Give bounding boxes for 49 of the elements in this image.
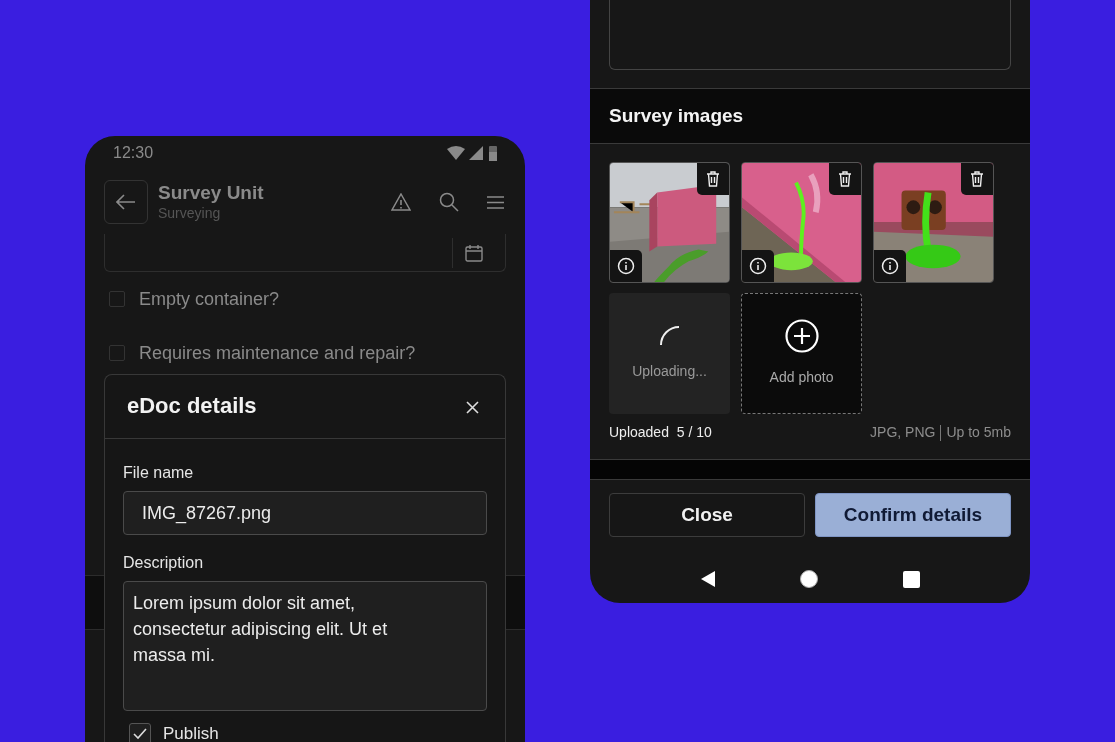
close-icon — [466, 401, 479, 415]
info-icon — [749, 257, 767, 275]
upload-count: Uploaded 5 / 10 — [609, 423, 712, 442]
status-icons — [447, 145, 497, 161]
back-icon[interactable] — [700, 571, 715, 587]
back-button[interactable] — [104, 180, 148, 224]
plus-circle-icon — [784, 319, 819, 353]
trash-icon — [706, 171, 720, 187]
checkbox-label: Publish — [163, 723, 219, 742]
warning-icon[interactable] — [391, 193, 411, 211]
info-button[interactable] — [610, 250, 642, 282]
checkbox-label: Requires maintenance and repair? — [139, 341, 416, 365]
confirm-button[interactable]: Confirm details — [815, 493, 1011, 537]
delete-button[interactable] — [961, 163, 993, 195]
status-time: 12:30 — [113, 143, 154, 163]
close-button[interactable]: Close — [609, 493, 805, 537]
info-icon — [881, 257, 899, 275]
checkbox[interactable] — [129, 722, 151, 742]
text-area-field[interactable] — [609, 0, 1011, 70]
recents-icon[interactable] — [902, 570, 920, 588]
field-label: Description — [123, 553, 205, 573]
date-field[interactable] — [104, 234, 506, 272]
delete-button[interactable] — [697, 163, 729, 195]
back-arrow-icon — [116, 194, 136, 210]
upload-status: Uploading... — [632, 362, 707, 381]
checkbox-label: Empty container? — [139, 287, 280, 311]
spinner-icon — [658, 325, 681, 347]
section-title: Survey images — [590, 88, 1030, 144]
trash-icon — [970, 171, 984, 187]
field-label: File name — [123, 463, 195, 483]
checkbox[interactable] — [109, 345, 125, 361]
file-formats: JPG, PNG — [870, 424, 936, 440]
calendar-icon — [465, 243, 483, 262]
screen-title: Survey Unit — [158, 182, 264, 204]
screen-subtitle: Surveying — [158, 204, 222, 222]
dialog-title: eDoc details — [127, 393, 257, 420]
info-button[interactable] — [742, 250, 774, 282]
text-field[interactable]: IMG_87267.png — [123, 491, 487, 535]
info-button[interactable] — [874, 250, 906, 282]
trash-icon — [838, 171, 852, 187]
home-icon[interactable] — [798, 569, 819, 589]
delete-button[interactable] — [829, 163, 861, 195]
text-area-field[interactable]: Lorem ipsum dolor sit amet, consectetur adipiscing elit. Ut et massa mi. — [123, 581, 487, 711]
search-icon[interactable] — [439, 192, 459, 212]
menu-icon[interactable] — [487, 195, 504, 209]
add-photo-button[interactable]: Add photo — [741, 293, 862, 414]
checkbox[interactable] — [109, 291, 125, 307]
size-limit: Up to 5mb — [946, 424, 1011, 440]
info-icon — [617, 257, 635, 275]
